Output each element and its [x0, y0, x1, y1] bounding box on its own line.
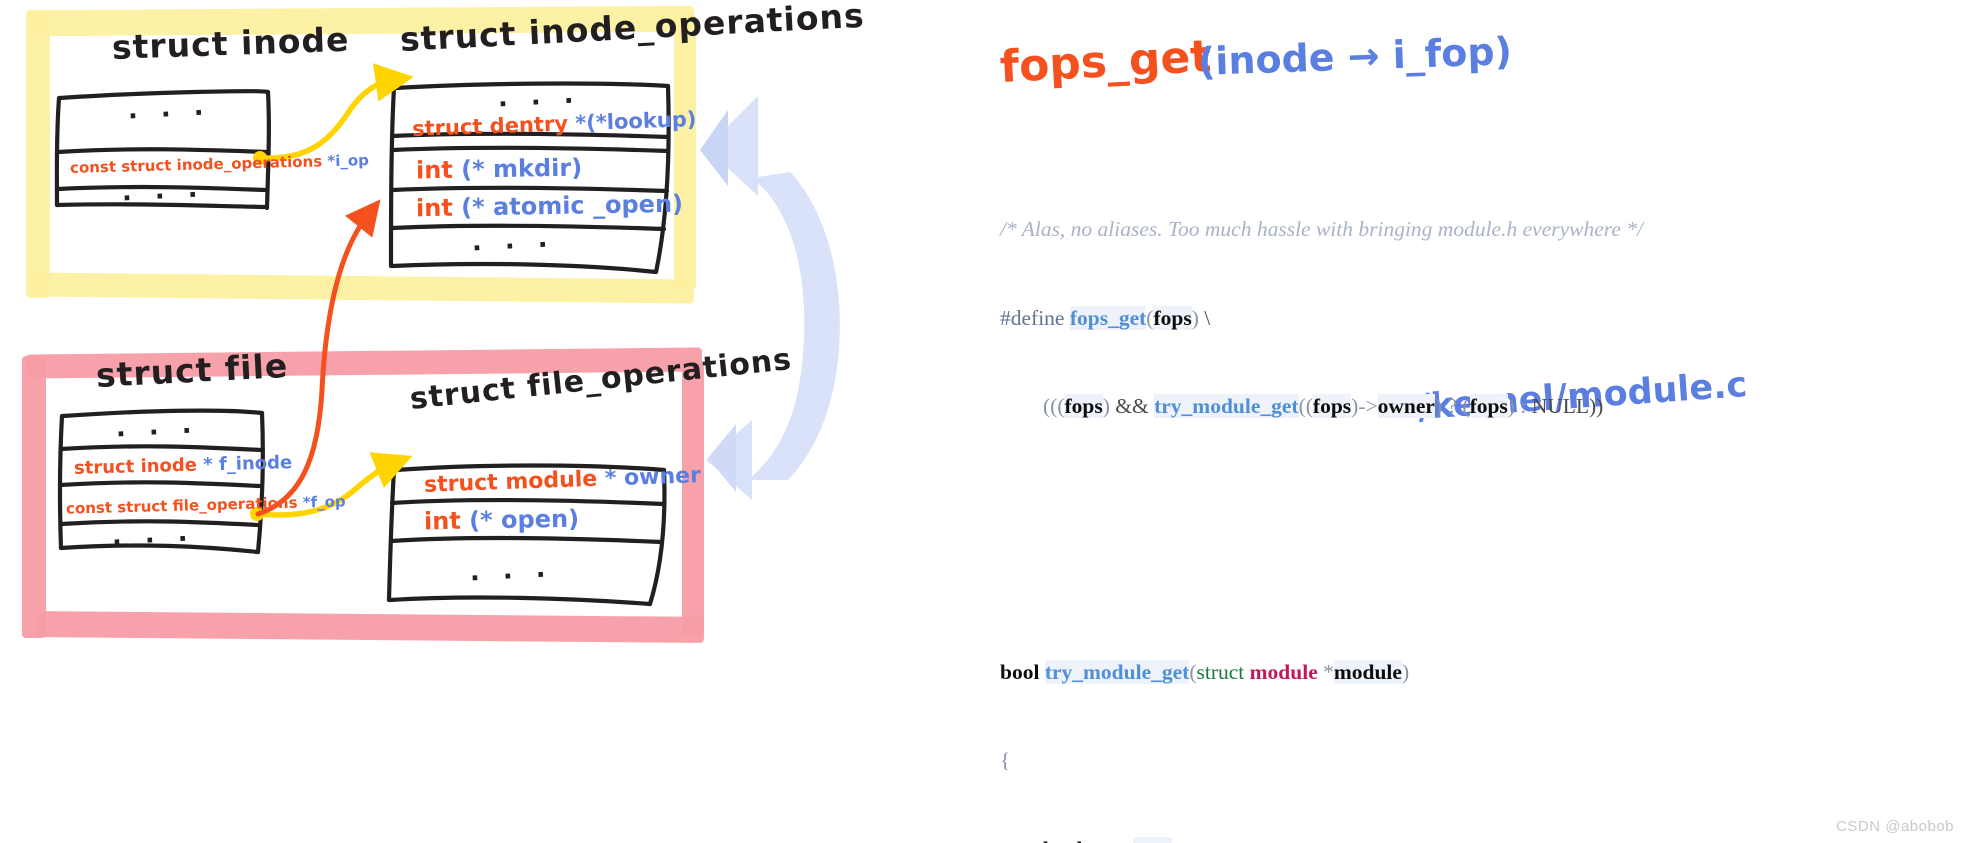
field-name: (* atomic _open)	[460, 189, 684, 222]
field-type: int	[415, 155, 454, 185]
row-dots: · · ·	[471, 229, 556, 265]
box-title-struct-inode: struct inode	[111, 19, 351, 67]
field-name: (* open)	[468, 504, 580, 535]
field-type: struct inode	[73, 454, 198, 479]
row-field-f-op: const struct file_operations *f_op	[66, 492, 346, 517]
ribbon-arrow-blue	[700, 96, 840, 500]
row-field-i-op: const struct inode_operations *i_op	[70, 151, 369, 177]
row-field-open: int (* open)	[424, 505, 579, 536]
highlight-band-yellow-right	[674, 14, 696, 290]
field-name: * f_inode	[202, 452, 293, 476]
field-type: int	[423, 506, 462, 536]
watermark: CSDN @abobob	[1836, 818, 1954, 835]
field-name: *(*lookup)	[574, 107, 697, 136]
whiteboard-canvas: struct inode struct inode_operations str…	[0, 0, 1968, 843]
code-line: {	[1000, 748, 1011, 772]
row-field-owner: struct module * owner	[424, 463, 702, 498]
annotation-fops-get-arg: (inode → i_fop)	[1197, 29, 1513, 84]
field-name: *f_op	[302, 492, 346, 512]
highlight-band-pink-right	[682, 364, 704, 636]
highlight-band-pink-bottom	[35, 611, 705, 643]
annotation-fops-get: fops_get	[998, 30, 1213, 93]
field-type: int	[415, 193, 454, 223]
code-line: /* Alas, no aliases. Too much hassle wit…	[1000, 217, 1643, 241]
code-line: bool ret = true;	[1000, 835, 1960, 843]
field-name: *i_op	[327, 151, 370, 171]
row-field-mkdir: int (* mkdir)	[416, 154, 583, 185]
field-type: const struct file_operations	[65, 493, 298, 518]
source-code-block: /* Alas, no aliases. Too much hassle wit…	[1000, 156, 1960, 843]
code-line: #define fops_get(fops) \	[1000, 305, 1211, 330]
row-field-atomic-open: int (* atomic _open)	[416, 190, 683, 223]
field-type: struct module	[423, 466, 598, 498]
row-dots: · · ·	[469, 559, 554, 595]
highlight-band-pink-left	[22, 356, 46, 638]
field-type: struct dentry	[411, 111, 569, 141]
row-dots: · · ·	[115, 415, 200, 451]
field-type: const struct inode_operations	[69, 152, 323, 177]
row-dots: · · ·	[121, 179, 206, 215]
highlight-band-yellow-left	[26, 10, 50, 298]
row-field-lookup: struct dentry *(*lookup)	[412, 107, 697, 141]
highlight-band-yellow-bottom	[27, 272, 695, 304]
field-name: * owner	[604, 463, 702, 492]
code-line: (((fops) && try_module_get((fops)->owner…	[1000, 394, 1604, 418]
field-name: (* mkdir)	[460, 153, 583, 184]
row-dots: · · ·	[111, 523, 196, 559]
row-dots: · · ·	[127, 97, 212, 133]
row-field-f-inode: struct inode * f_inode	[74, 452, 293, 479]
code-line: bool try_module_get(struct module *modul…	[1000, 659, 1410, 684]
